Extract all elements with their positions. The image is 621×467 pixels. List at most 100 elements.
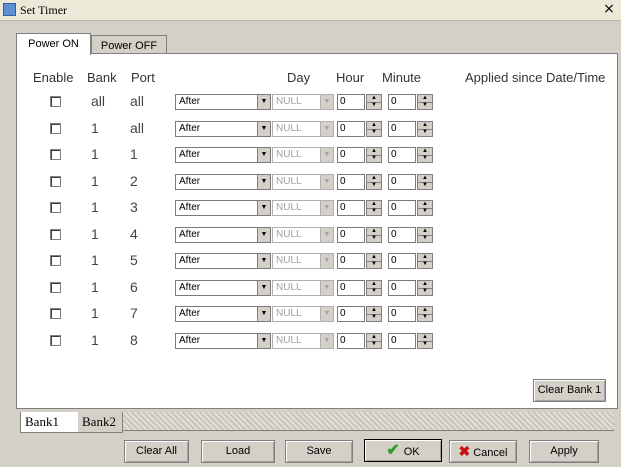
minute-spinner[interactable]: ▲ ▼ [417,306,433,322]
day-select[interactable]: NULL ▼ [272,227,334,243]
enable-checkbox[interactable] [50,176,61,187]
clear-bank-button[interactable]: Clear Bank 1 [533,379,606,402]
minute-spinner[interactable]: ▲ ▼ [417,200,433,216]
hour-input[interactable]: 0 [337,94,365,110]
day-select[interactable]: NULL ▼ [272,147,334,163]
spin-down-icon[interactable]: ▼ [367,155,381,162]
hour-spinner[interactable]: ▲ ▼ [366,306,382,322]
hour-input[interactable]: 0 [337,227,365,243]
minute-input[interactable]: 0 [388,253,416,269]
mode-select[interactable]: After ▼ [175,227,271,243]
hour-input[interactable]: 0 [337,174,365,190]
hour-input[interactable]: 0 [337,253,365,269]
minute-input[interactable]: 0 [388,94,416,110]
hour-spinner[interactable]: ▲ ▼ [366,333,382,349]
spin-down-icon[interactable]: ▼ [418,261,432,268]
minute-input[interactable]: 0 [388,280,416,296]
mode-select[interactable]: After ▼ [175,280,271,296]
spin-down-icon[interactable]: ▼ [418,235,432,242]
day-select[interactable]: NULL ▼ [272,121,334,137]
tab-bank1[interactable]: Bank1 [20,412,79,433]
day-select[interactable]: NULL ▼ [272,253,334,269]
enable-checkbox[interactable] [50,229,61,240]
clear-all-button[interactable]: Clear All [124,440,189,463]
minute-input[interactable]: 0 [388,306,416,322]
hour-input[interactable]: 0 [337,200,365,216]
spin-down-icon[interactable]: ▼ [418,288,432,295]
mode-select[interactable]: After ▼ [175,200,271,216]
mode-select[interactable]: After ▼ [175,94,271,110]
ok-button[interactable]: ✔ OK [364,439,442,462]
minute-input[interactable]: 0 [388,147,416,163]
hour-spinner[interactable]: ▲ ▼ [366,121,382,137]
minute-spinner[interactable]: ▲ ▼ [417,253,433,269]
minute-spinner[interactable]: ▲ ▼ [417,280,433,296]
spin-down-icon[interactable]: ▼ [367,341,381,348]
mode-select[interactable]: After ▼ [175,306,271,322]
load-button[interactable]: Load [201,440,275,463]
hour-spinner[interactable]: ▲ ▼ [366,200,382,216]
hour-spinner[interactable]: ▲ ▼ [366,280,382,296]
day-select[interactable]: NULL ▼ [272,200,334,216]
spin-down-icon[interactable]: ▼ [367,102,381,109]
spin-down-icon[interactable]: ▼ [367,314,381,321]
spin-down-icon[interactable]: ▼ [418,129,432,136]
mode-select[interactable]: After ▼ [175,333,271,349]
day-select[interactable]: NULL ▼ [272,174,334,190]
apply-button[interactable]: Apply [529,440,599,463]
minute-input[interactable]: 0 [388,174,416,190]
spin-down-icon[interactable]: ▼ [418,182,432,189]
tab-bank2[interactable]: Bank2 [78,412,123,433]
spin-down-icon[interactable]: ▼ [418,314,432,321]
save-button[interactable]: Save [285,440,353,463]
hour-input[interactable]: 0 [337,147,365,163]
hour-spinner[interactable]: ▲ ▼ [366,253,382,269]
day-select[interactable]: NULL ▼ [272,333,334,349]
minute-input[interactable]: 0 [388,200,416,216]
spin-down-icon[interactable]: ▼ [367,182,381,189]
minute-spinner[interactable]: ▲ ▼ [417,333,433,349]
mode-select[interactable]: After ▼ [175,174,271,190]
spin-down-icon[interactable]: ▼ [367,288,381,295]
hour-spinner[interactable]: ▲ ▼ [366,227,382,243]
spin-down-icon[interactable]: ▼ [367,129,381,136]
minute-spinner[interactable]: ▲ ▼ [417,174,433,190]
tab-power-on[interactable]: Power ON [16,33,91,55]
mode-select[interactable]: After ▼ [175,147,271,163]
day-select[interactable]: NULL ▼ [272,280,334,296]
spin-down-icon[interactable]: ▼ [418,341,432,348]
day-select[interactable]: NULL ▼ [272,94,334,110]
spin-down-icon[interactable]: ▼ [367,235,381,242]
minute-spinner[interactable]: ▲ ▼ [417,94,433,110]
minute-input[interactable]: 0 [388,227,416,243]
hour-input[interactable]: 0 [337,333,365,349]
minute-spinner[interactable]: ▲ ▼ [417,121,433,137]
enable-checkbox[interactable] [50,282,61,293]
minute-spinner[interactable]: ▲ ▼ [417,227,433,243]
hour-input[interactable]: 0 [337,121,365,137]
enable-checkbox[interactable] [50,123,61,134]
day-select[interactable]: NULL ▼ [272,306,334,322]
enable-checkbox[interactable] [50,96,61,107]
spin-down-icon[interactable]: ▼ [418,208,432,215]
minute-spinner[interactable]: ▲ ▼ [417,147,433,163]
enable-checkbox[interactable] [50,202,61,213]
hour-input[interactable]: 0 [337,280,365,296]
minute-input[interactable]: 0 [388,333,416,349]
enable-checkbox[interactable] [50,335,61,346]
close-icon[interactable]: × [601,1,617,17]
hour-spinner[interactable]: ▲ ▼ [366,174,382,190]
spin-down-icon[interactable]: ▼ [418,155,432,162]
spin-down-icon[interactable]: ▼ [367,208,381,215]
enable-checkbox[interactable] [50,255,61,266]
spin-down-icon[interactable]: ▼ [418,102,432,109]
hour-spinner[interactable]: ▲ ▼ [366,94,382,110]
hour-spinner[interactable]: ▲ ▼ [366,147,382,163]
enable-checkbox[interactable] [50,308,61,319]
enable-checkbox[interactable] [50,149,61,160]
mode-select[interactable]: After ▼ [175,253,271,269]
minute-input[interactable]: 0 [388,121,416,137]
mode-select[interactable]: After ▼ [175,121,271,137]
cancel-button[interactable]: ✖ Cancel [449,440,517,463]
hour-input[interactable]: 0 [337,306,365,322]
